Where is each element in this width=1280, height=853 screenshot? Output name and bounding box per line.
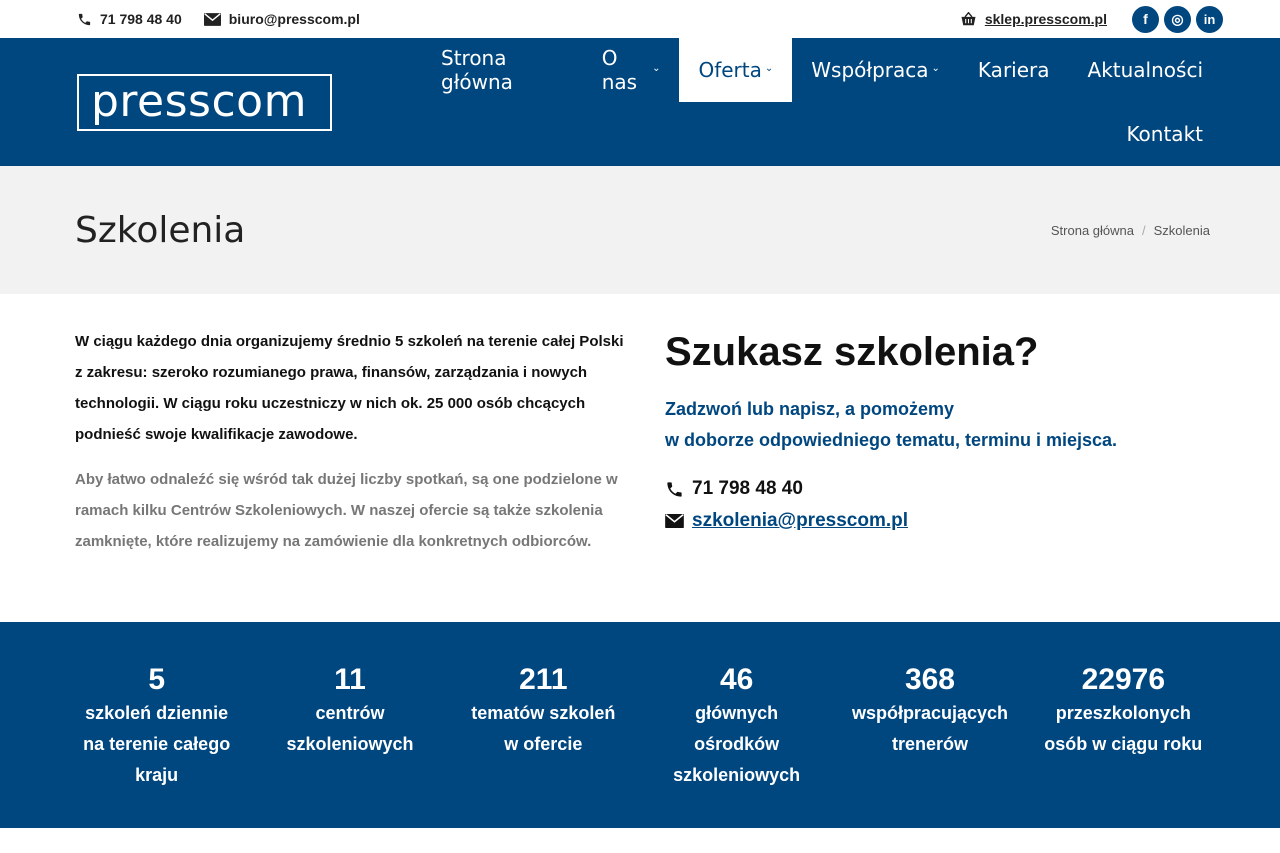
shop-link[interactable]: sklep.presscom.pl (960, 11, 1107, 27)
instagram-icon[interactable]: ◎ (1164, 5, 1191, 33)
stat-item: 46 głównych ośrodków szkoleniowych (640, 622, 833, 828)
chevron-down-icon: ⌄ (764, 62, 774, 74)
intro-lead: W ciągu każdego dnia organizujemy średni… (75, 333, 624, 443)
nav-item-label: Strona główna (441, 46, 513, 94)
stat-item: 368 współpracujących trenerów (833, 622, 1026, 828)
top-email-text: biuro@presscom.pl (228, 11, 360, 27)
contact-subtitle: Zadzwoń lub napisz, a pomożemy w doborze… (665, 394, 1117, 456)
top-phone[interactable]: 71 798 48 40 (77, 11, 182, 27)
linkedin-icon[interactable]: in (1196, 5, 1223, 33)
nav-item-contact[interactable]: Kontakt (1107, 102, 1222, 166)
envelope-icon (203, 12, 221, 26)
stat-number: 211 (519, 663, 568, 696)
stat-label: centrów szkoleniowych (286, 703, 414, 754)
contact-phone-text: 71 798 48 40 (692, 478, 803, 499)
facebook-icon[interactable]: f (1132, 5, 1159, 33)
nav-item-label: Aktualności (1087, 58, 1203, 82)
top-right: sklep.presscom.pl f ◎ in (960, 5, 1223, 33)
shop-link-text: sklep.presscom.pl (984, 11, 1107, 27)
nav-item-about[interactable]: O nas ⌄ (583, 38, 680, 102)
nav-item-offer[interactable]: Oferta ⌄ (679, 38, 793, 102)
stat-number: 5 (148, 663, 165, 696)
logo[interactable]: presscom (77, 74, 332, 131)
stat-number: 11 (334, 663, 366, 696)
breadcrumb-current: Szkolenia (1153, 222, 1210, 238)
nav-item-cooperation[interactable]: Współpraca ⌄ (792, 38, 959, 102)
contact-subtitle-line1: Zadzwoń lub napisz, a pomożemy (665, 399, 955, 419)
chevron-down-icon: ⌄ (652, 62, 661, 74)
intro-column: W ciągu każdego dnia organizujemy średni… (75, 326, 635, 622)
phone-icon (78, 13, 91, 25)
nav-item-label: O nas (601, 46, 638, 94)
page-title: Szkolenia (75, 209, 246, 251)
nav-item-label: Oferta (698, 58, 762, 82)
intro-paragraph: Aby łatwo odnaleźć się wśród tak dużej l… (75, 471, 618, 550)
title-bar: Szkolenia Strona główna / Szkolenia (0, 166, 1280, 294)
contact-phone[interactable]: 71 798 48 40 (665, 478, 1117, 500)
chevron-down-icon: ⌄ (931, 62, 940, 74)
breadcrumb-home[interactable]: Strona główna (1051, 223, 1134, 238)
social-links: f ◎ in (1127, 5, 1223, 33)
stat-label: szkoleń dziennie na terenie całego kraju (83, 703, 231, 785)
nav-item-home[interactable]: Strona główna (422, 38, 583, 102)
stats-band: 5 szkoleń dziennie na terenie całego kra… (0, 622, 1280, 828)
stat-number: 46 (719, 663, 754, 696)
envelope-icon (665, 514, 684, 528)
nav-item-career[interactable]: Kariera (959, 38, 1069, 102)
stat-number: 22976 (1081, 663, 1166, 696)
contact-email[interactable]: szkolenia@presscom.pl (665, 510, 1117, 532)
nav-item-news[interactable]: Aktualności (1069, 38, 1222, 102)
stat-item: 211 tematów szkoleń w ofercie (447, 622, 640, 828)
nav-item-label: Współpraca (811, 58, 929, 82)
main-content: W ciągu każdego dnia organizujemy średni… (0, 294, 1280, 622)
stat-label: głównych ośrodków szkoleniowych (673, 703, 801, 785)
stat-label: przeszkolonych osób w ciągu roku (1044, 703, 1203, 754)
nav-item-label: Kariera (977, 58, 1050, 82)
top-email[interactable]: biuro@presscom.pl (203, 11, 360, 27)
nav-item-label: Kontakt (1126, 122, 1203, 146)
main-nav: Strona główna O nas ⌄ Oferta ⌄ Współpraca ⌄… (422, 38, 1222, 166)
site-header: presscom Strona główna O nas ⌄ Oferta ⌄ Ws… (0, 38, 1280, 166)
top-bar: 71 798 48 40 biuro@presscom.pl sklep.pre… (0, 0, 1280, 38)
phone-icon (667, 481, 682, 497)
stat-label: tematów szkoleń w ofercie (471, 703, 616, 754)
top-contact: 71 798 48 40 biuro@presscom.pl (77, 11, 382, 27)
stat-label: współpracujących trenerów (851, 703, 1008, 754)
breadcrumb-separator: / (1142, 222, 1146, 238)
basket-icon (961, 12, 976, 26)
contact-email-link[interactable]: szkolenia@presscom.pl (692, 510, 908, 532)
top-phone-text: 71 798 48 40 (100, 11, 182, 27)
contact-heading: Szukasz szkolenia? (665, 330, 1039, 374)
stat-number: 368 (904, 663, 955, 696)
breadcrumb: Strona główna / Szkolenia (1051, 223, 1210, 238)
stat-item: 11 centrów szkoleniowych (253, 622, 446, 828)
nav-row-1: Strona główna O nas ⌄ Oferta ⌄ Współpraca ⌄… (422, 38, 1222, 102)
stat-item: 5 szkoleń dziennie na terenie całego kra… (60, 622, 253, 828)
nav-row-2: Kontakt (422, 102, 1222, 166)
stat-item: 22976 przeszkolonych osób w ciągu roku (1027, 622, 1220, 828)
contact-column: Szukasz szkolenia? Zadzwoń lub napisz, a… (665, 326, 1117, 622)
contact-subtitle-line2: w doborze odpowiedniego tematu, terminu … (665, 430, 1118, 450)
